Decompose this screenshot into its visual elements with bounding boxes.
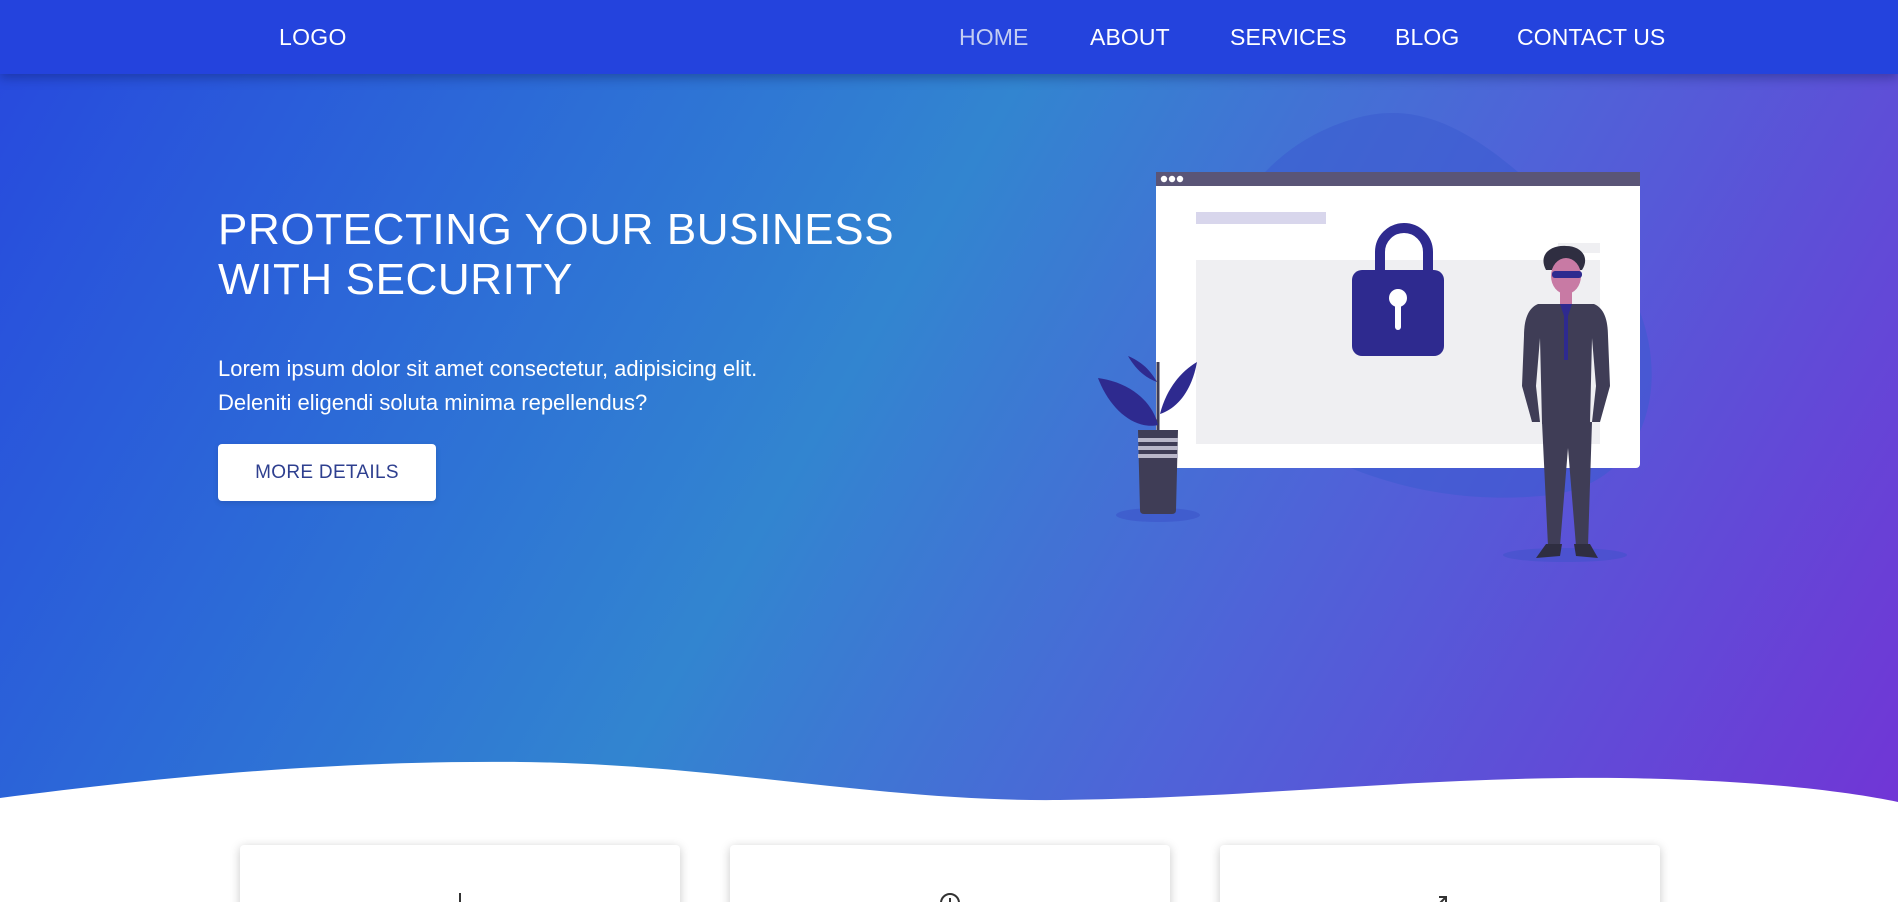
feature-card-2: [730, 845, 1170, 902]
arrow-icon: [1439, 896, 1447, 902]
nav-links: HOME ABOUT SERVICES BLOG CONTACT US: [0, 24, 1898, 54]
nav-link-contact-us[interactable]: CONTACT US: [1517, 24, 1665, 51]
hero-description-line-1: Lorem ipsum dolor sit amet consectetur, …: [218, 356, 758, 381]
hero-title-line-2: WITH SECURITY: [218, 255, 573, 304]
nav-link-blog[interactable]: BLOG: [1395, 24, 1459, 51]
hero-section: PROTECTING YOUR BUSINESS WITH SECURITY L…: [0, 0, 1898, 820]
bar-icon: [459, 893, 461, 902]
hero-title-line-1: PROTECTING YOUR BUSINESS: [218, 205, 895, 254]
top-navbar: LOGO HOME ABOUT SERVICES BLOG CONTACT US: [0, 0, 1898, 74]
security-illustration: [1098, 112, 1652, 562]
clock-icon: [940, 893, 960, 902]
hero-description: Lorem ipsum dolor sit amet consectetur, …: [218, 352, 858, 420]
hero-title: PROTECTING YOUR BUSINESS WITH SECURITY: [218, 205, 938, 305]
feature-card-1: [240, 845, 680, 902]
nav-link-home[interactable]: HOME: [959, 24, 1028, 51]
hero-description-line-2: Deleniti eligendi soluta minima repellen…: [218, 390, 648, 415]
nav-link-services[interactable]: SERVICES: [1230, 24, 1347, 51]
nav-link-about[interactable]: ABOUT: [1090, 24, 1170, 51]
feature-card-3: [1220, 845, 1660, 902]
more-details-button[interactable]: MORE DETAILS: [218, 444, 436, 501]
